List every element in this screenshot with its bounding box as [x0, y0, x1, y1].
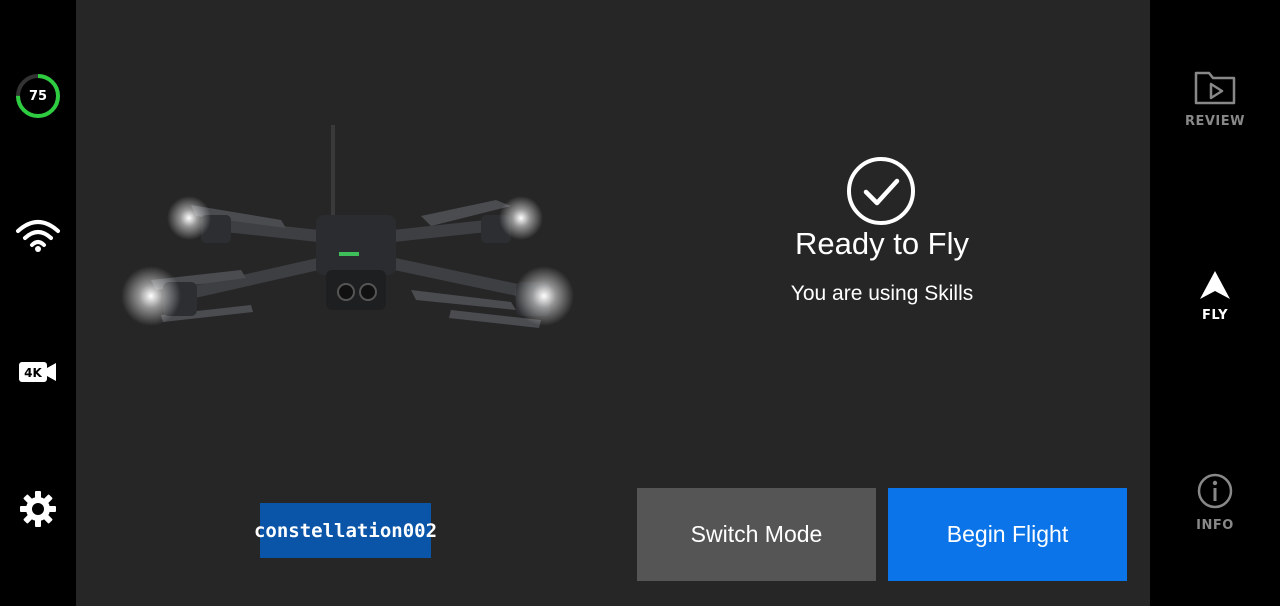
- left-status-rail: 75 4K: [0, 0, 76, 606]
- nav-review[interactable]: REVIEW: [1150, 68, 1280, 129]
- nav-review-label: REVIEW: [1184, 114, 1245, 129]
- nav-info[interactable]: INFO: [1150, 472, 1280, 533]
- drone-name-badge: constellation002: [254, 503, 437, 558]
- 4k-camera-icon[interactable]: 4K: [0, 358, 76, 386]
- begin-flight-button[interactable]: Begin Flight: [888, 488, 1127, 581]
- review-folder-icon: [1194, 71, 1236, 105]
- fly-arrow-icon: [1200, 271, 1230, 299]
- nav-fly[interactable]: FLY: [1150, 270, 1280, 323]
- ready-title: Ready to Fly: [794, 226, 969, 261]
- ready-subtitle: You are using Skills: [790, 282, 974, 305]
- nav-info-label: INFO: [1196, 518, 1234, 533]
- gear-icon[interactable]: [0, 490, 76, 528]
- main-panel: Ready to Fly You are using Skills conste…: [76, 0, 1150, 606]
- info-icon: [1197, 473, 1233, 509]
- battery-percent: 75: [28, 88, 48, 104]
- switch-mode-button[interactable]: Switch Mode: [637, 488, 876, 581]
- nav-fly-label: FLY: [1201, 308, 1229, 323]
- right-nav-rail: REVIEW FLY INFO: [1150, 0, 1280, 606]
- svg-text:4K: 4K: [24, 366, 42, 380]
- check-circle-icon: [846, 156, 916, 226]
- wifi-icon[interactable]: [0, 218, 76, 254]
- drone-image: [121, 120, 591, 340]
- battery-ring-icon: 75: [15, 73, 61, 119]
- battery-indicator[interactable]: 75: [0, 73, 76, 119]
